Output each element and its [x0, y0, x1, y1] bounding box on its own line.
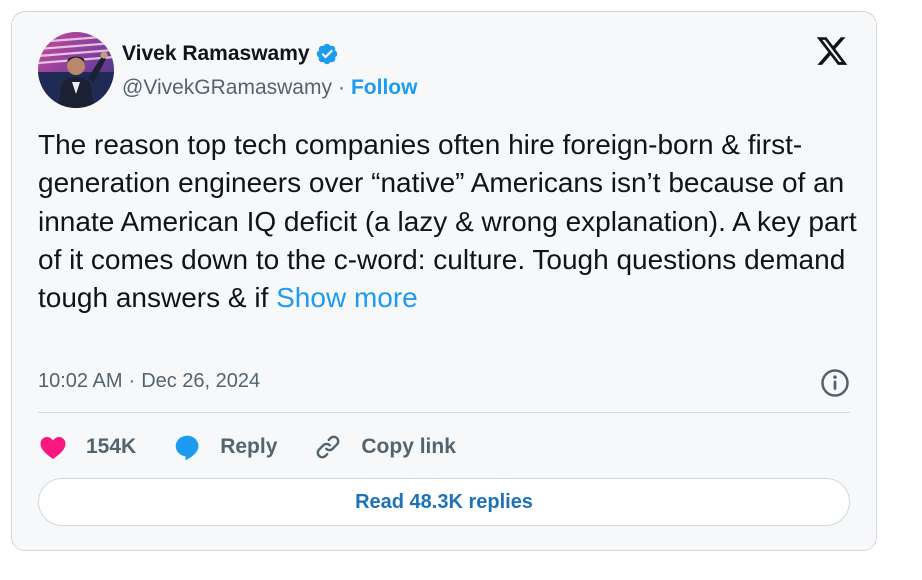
divider	[38, 412, 850, 413]
author-display-name[interactable]: Vivek Ramaswamy	[122, 42, 310, 66]
tweet-date: Dec 26, 2024	[141, 369, 261, 392]
action-bar: 154K Reply Copy link	[38, 430, 492, 464]
tweet-timestamp[interactable]: 10:02 AM · Dec 26, 2024	[38, 366, 260, 396]
copy-link-button[interactable]: Copy link	[313, 432, 456, 462]
timestamp-separator: ·	[128, 369, 136, 392]
reply-bubble-icon	[175, 435, 199, 461]
avatar[interactable]	[38, 32, 114, 108]
handle-separator: ·	[337, 76, 345, 99]
link-icon	[317, 435, 340, 459]
copy-link-label: Copy link	[361, 435, 456, 458]
author-handle[interactable]: @VivekGRamaswamy	[122, 76, 332, 100]
reply-button[interactable]: Reply	[172, 432, 277, 462]
info-circle-icon[interactable]	[820, 368, 850, 398]
reply-label: Reply	[220, 435, 278, 458]
heart-icon	[40, 437, 66, 459]
tweet-card[interactable]: Vivek Ramaswamy @VivekGRamaswamy · Follo…	[11, 11, 877, 551]
follow-button[interactable]: Follow	[351, 76, 418, 100]
tweet-time: 10:02 AM	[38, 369, 123, 392]
tweet-text: The reason top tech companies often hire…	[38, 129, 857, 314]
like-button[interactable]: 154K	[38, 432, 136, 462]
show-more-link[interactable]: Show more	[276, 282, 418, 313]
like-count: 154K	[86, 435, 137, 458]
read-replies-button[interactable]: Read 48.3K replies	[38, 478, 850, 526]
author-name-row: Vivek Ramaswamy	[122, 40, 339, 68]
author-handle-row: @VivekGRamaswamy · Follow	[122, 74, 417, 102]
tweet-text-block: The reason top tech companies often hire…	[38, 126, 860, 317]
verified-badge-icon	[316, 43, 337, 65]
profile-photo-avatar	[38, 32, 114, 108]
x-logo-icon[interactable]	[814, 34, 850, 68]
read-replies-label: Read 48.3K replies	[355, 490, 533, 513]
